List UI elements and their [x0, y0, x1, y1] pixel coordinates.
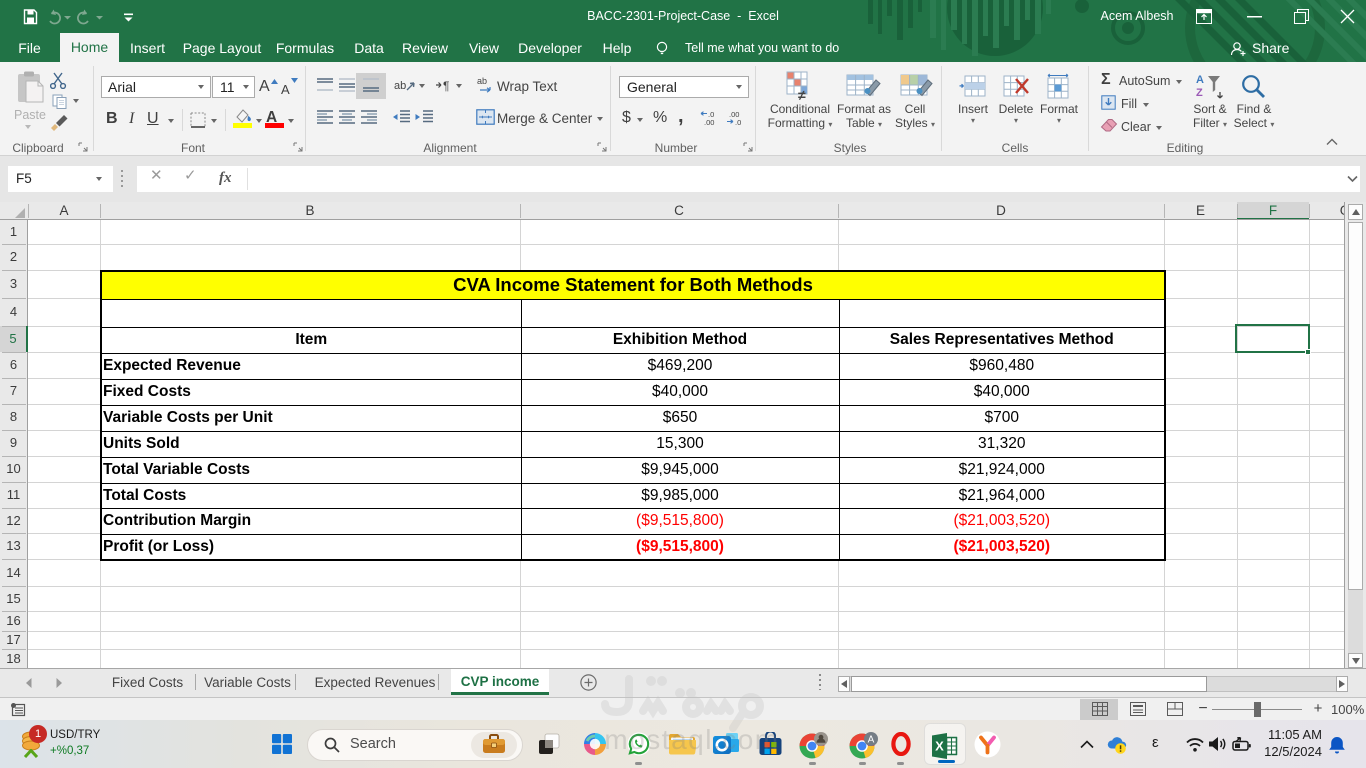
svg-text:X: X [935, 739, 944, 754]
svg-text:¶: ¶ [443, 79, 449, 92]
svg-text:A: A [868, 735, 875, 746]
svg-text:ab: ab [394, 80, 406, 92]
svg-text:.00: .00 [704, 118, 714, 126]
svg-text:≠: ≠ [798, 87, 806, 101]
svg-text:Z: Z [1196, 87, 1203, 99]
svg-text:A: A [1196, 74, 1204, 86]
svg-text:ab: ab [477, 76, 487, 86]
svg-text:.0: .0 [735, 118, 741, 126]
